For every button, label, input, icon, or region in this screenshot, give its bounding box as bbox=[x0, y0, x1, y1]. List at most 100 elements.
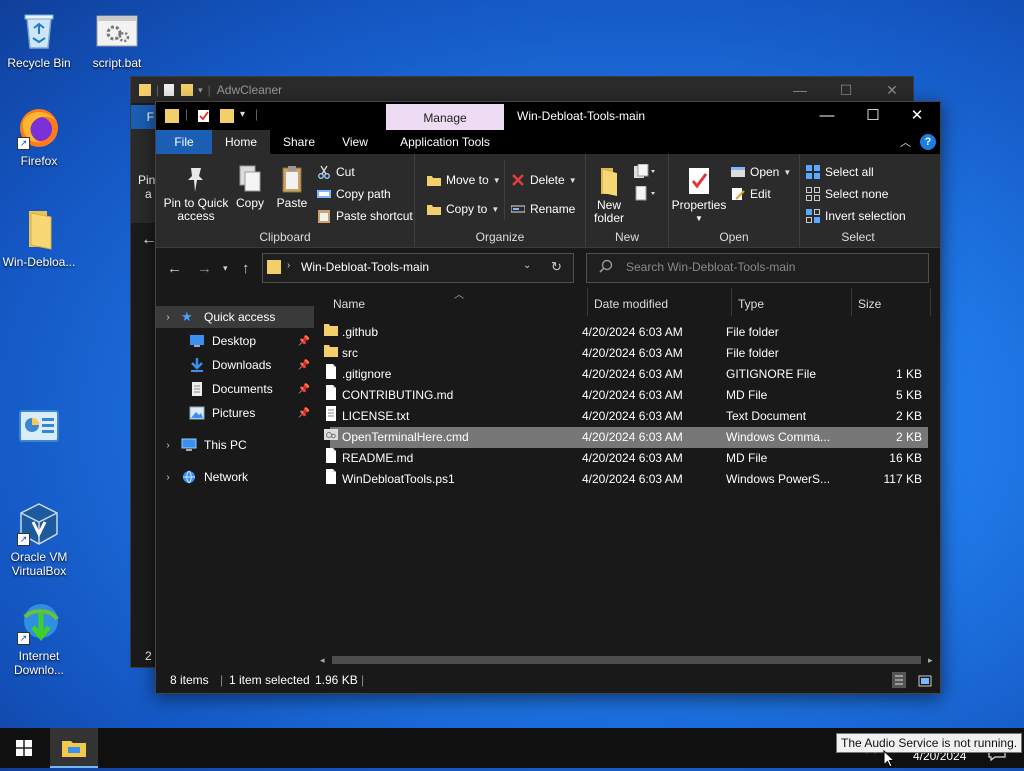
nav-desktop[interactable]: Desktop 📌 bbox=[156, 330, 314, 352]
copy-path-button[interactable]: Copy path bbox=[317, 184, 391, 204]
expand-chevron-icon[interactable]: › bbox=[161, 312, 175, 323]
scroll-left-icon[interactable]: ◂ bbox=[320, 653, 325, 667]
tab-home[interactable]: Home bbox=[212, 130, 270, 154]
column-header-size[interactable]: Size bbox=[858, 290, 881, 318]
recent-locations-chevron-icon[interactable]: ▾ bbox=[223, 263, 228, 274]
file-row[interactable]: .gitignore 4/20/2024 6:03 AM GITIGNORE Fil… bbox=[326, 364, 928, 385]
select-none-button[interactable]: Select none bbox=[806, 184, 888, 204]
column-header-type[interactable]: Type bbox=[738, 290, 764, 318]
pin-icon[interactable]: 📌 bbox=[298, 360, 310, 371]
column-separator[interactable] bbox=[731, 288, 732, 316]
background-file-tab[interactable]: F bbox=[131, 105, 156, 129]
taskbar-file-explorer[interactable] bbox=[50, 728, 98, 768]
nav-network[interactable]: › Network bbox=[156, 466, 314, 488]
tab-share[interactable]: Share bbox=[270, 130, 328, 154]
copy-to-icon bbox=[427, 202, 441, 216]
move-to-label: Move to bbox=[446, 173, 489, 187]
column-separator[interactable] bbox=[851, 288, 852, 316]
expand-chevron-icon[interactable]: › bbox=[161, 440, 175, 451]
edit-button[interactable]: Edit bbox=[731, 184, 771, 204]
copy-to-button[interactable]: Copy to ▼ bbox=[427, 199, 499, 219]
file-row[interactable]: OpenTerminalHere.cmd 4/20/2024 6:03 AM Win… bbox=[324, 427, 928, 448]
pin-icon[interactable]: 📌 bbox=[298, 336, 310, 347]
column-header-date[interactable]: Date modified bbox=[594, 290, 668, 318]
horizontal-scrollbar[interactable]: ◂ ▸ bbox=[318, 653, 940, 667]
desktop-icon-script-bat[interactable]: script.bat bbox=[80, 8, 154, 70]
address-bar[interactable]: › Win-Debloat-Tools-main ⌄ ↻ bbox=[262, 253, 574, 283]
move-to-button[interactable]: Move to ▼ bbox=[427, 170, 501, 190]
nav-downloads[interactable]: Downloads 📌 bbox=[156, 354, 314, 376]
file-explorer-window[interactable]: | ▾ | Manage Win-Debloat-Tools-main — ☐ … bbox=[155, 101, 941, 694]
minimize-button[interactable]: — bbox=[777, 77, 823, 103]
back-arrow-icon[interactable]: ← bbox=[167, 260, 182, 277]
window-titlebar[interactable]: | ▾ | Manage Win-Debloat-Tools-main — ☐ … bbox=[156, 102, 940, 132]
column-header-name[interactable]: Name bbox=[333, 290, 365, 318]
copy-button[interactable]: Copy bbox=[232, 164, 268, 210]
invert-selection-button[interactable]: Invert selection bbox=[806, 206, 906, 226]
desktop-icon-control-panel[interactable] bbox=[2, 405, 76, 453]
file-row[interactable]: README.md 4/20/2024 6:03 AM MD File 16 KB bbox=[326, 448, 928, 469]
tab-manage[interactable]: Manage bbox=[386, 104, 504, 132]
close-button[interactable]: ✕ bbox=[869, 77, 915, 103]
pin-icon[interactable]: 📌 bbox=[298, 408, 310, 419]
nav-pictures[interactable]: Pictures 📌 bbox=[156, 402, 314, 424]
desktop-icon-win-debloat[interactable]: Win-Debloa... bbox=[2, 207, 76, 269]
expand-chevron-icon[interactable]: › bbox=[161, 472, 175, 483]
maximize-button[interactable]: ☐ bbox=[850, 102, 896, 130]
new-folder-button[interactable]: New folder bbox=[590, 166, 628, 225]
nav-quick-access[interactable]: › ★ Quick access bbox=[156, 306, 314, 328]
file-row[interactable]: WinDebloatTools.ps1 4/20/2024 6:03 AM Wind… bbox=[326, 469, 928, 490]
maximize-button[interactable]: ☐ bbox=[823, 77, 869, 103]
pin-to-quick-access-button[interactable]: Pin to Quick access bbox=[161, 164, 231, 223]
desktop-icon-recycle-bin[interactable]: Recycle Bin bbox=[2, 8, 76, 70]
tab-application-tools[interactable]: Application Tools bbox=[386, 130, 504, 154]
minimize-button[interactable]: — bbox=[804, 102, 850, 130]
up-arrow-icon[interactable]: ↑ bbox=[242, 260, 250, 277]
properties-icon[interactable] bbox=[197, 109, 211, 123]
file-row[interactable]: LICENSE.txt 4/20/2024 6:03 AM Text Documen… bbox=[326, 406, 928, 427]
properties-button[interactable]: Properties ▼ bbox=[671, 166, 727, 225]
desktop-icon-virtualbox[interactable]: ↗ Oracle VM VirtualBox bbox=[2, 502, 76, 578]
column-separator[interactable] bbox=[930, 288, 931, 316]
help-icon[interactable]: ? bbox=[920, 134, 936, 150]
open-button[interactable]: Open ▼ bbox=[731, 162, 791, 182]
address-dropdown-icon[interactable]: ⌄ bbox=[523, 260, 531, 271]
new-item-icon[interactable] bbox=[634, 163, 656, 180]
copy-path-icon bbox=[317, 187, 331, 201]
scroll-right-icon[interactable]: ▸ bbox=[928, 653, 933, 667]
file-row[interactable]: .github 4/20/2024 6:03 AM File folder bbox=[324, 322, 928, 343]
delete-button[interactable]: Delete ▼ bbox=[511, 170, 577, 190]
nav-this-pc[interactable]: › This PC bbox=[156, 434, 314, 456]
desktop-icon-internet-download-manager[interactable]: ↗ Internet Downlo... bbox=[2, 601, 76, 677]
file-row[interactable]: src 4/20/2024 6:03 AM File folder bbox=[324, 343, 928, 364]
cut-button[interactable]: Cut bbox=[317, 162, 355, 182]
large-icons-view-icon[interactable] bbox=[918, 673, 932, 695]
desktop-icon-label: Oracle VM VirtualBox bbox=[10, 550, 68, 578]
start-button[interactable] bbox=[0, 728, 48, 768]
desktop-icon-firefox[interactable]: ↗ Firefox bbox=[2, 106, 76, 168]
refresh-icon[interactable]: ↻ bbox=[551, 259, 562, 275]
nav-documents[interactable]: Documents 📌 bbox=[156, 378, 314, 400]
pin-icon[interactable]: 📌 bbox=[298, 384, 310, 395]
details-view-icon[interactable] bbox=[892, 672, 906, 688]
search-box[interactable]: Search Win-Debloat-Tools-main bbox=[586, 253, 929, 283]
address-path[interactable]: Win-Debloat-Tools-main bbox=[301, 260, 429, 274]
collapse-ribbon-icon[interactable]: ︿ bbox=[900, 134, 911, 150]
select-all-button[interactable]: Select all bbox=[806, 162, 874, 182]
tab-file[interactable]: File bbox=[156, 130, 212, 154]
column-separator[interactable] bbox=[587, 288, 588, 316]
paste-button[interactable]: Paste bbox=[272, 164, 312, 210]
dropdown-icon: ▼ bbox=[568, 175, 577, 185]
close-button[interactable]: ✕ bbox=[894, 102, 940, 130]
rename-button[interactable]: Rename bbox=[510, 199, 575, 219]
customize-toolbar-icon[interactable]: ▾ bbox=[240, 109, 245, 120]
breadcrumb-chevron-icon[interactable]: › bbox=[287, 260, 290, 271]
file-row[interactable]: CONTRIBUTING.md 4/20/2024 6:03 AM MD File 5… bbox=[326, 385, 928, 406]
tab-view[interactable]: View bbox=[328, 130, 382, 154]
paste-shortcut-button[interactable]: Paste shortcut bbox=[317, 206, 413, 226]
scrollbar-thumb[interactable] bbox=[332, 656, 921, 664]
new-folder-icon[interactable] bbox=[220, 109, 234, 123]
forward-arrow-icon[interactable]: → bbox=[197, 260, 212, 277]
easy-access-icon[interactable] bbox=[634, 185, 656, 202]
file-size: 2 KB bbox=[895, 409, 922, 423]
